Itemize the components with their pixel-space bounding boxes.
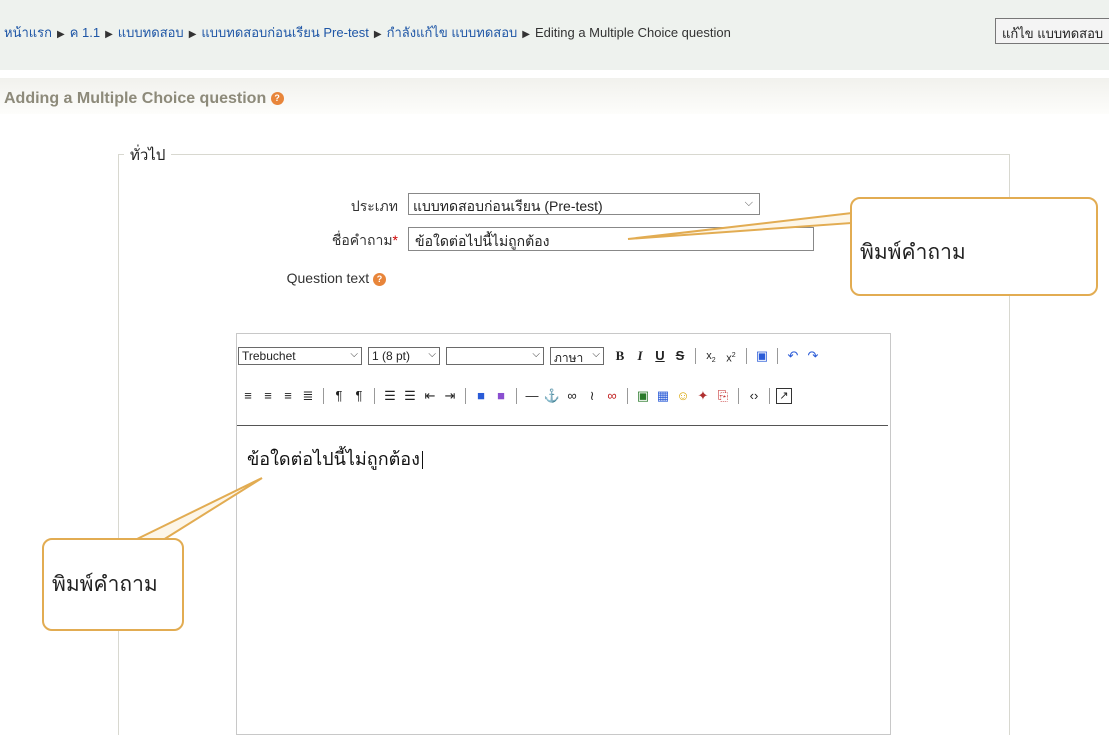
edit-quiz-button[interactable]: แก้ไข แบบทดสอบ	[995, 18, 1109, 44]
category-label: ประเภท	[350, 198, 398, 214]
chevron-down-icon: ⌵	[428, 349, 436, 360]
ltr-icon[interactable]: ¶	[330, 387, 348, 405]
chevron-down-icon: ⌵	[532, 349, 540, 360]
toolbar-divider	[465, 388, 466, 404]
font-size-value: 1 (8 pt)	[372, 349, 411, 363]
breadcrumb-course[interactable]: ค 1.1	[70, 25, 100, 40]
editor-toolbar-row-1: Trebuchet ⌵ 1 (8 pt) ⌵ ⌵ ภาษา ⌵ B I U S x2 …	[238, 344, 823, 368]
category-select-value: แบบทดสอบก่อนเรียน (Pre-test)	[413, 198, 603, 214]
language-select[interactable]: ภาษา ⌵	[550, 347, 604, 365]
breadcrumb-home[interactable]: หน้าแรก	[4, 25, 52, 40]
question-text-label-text: Question text	[286, 270, 370, 286]
text-color-icon[interactable]: ■	[472, 387, 490, 405]
subscript-icon[interactable]: x2	[702, 347, 720, 365]
callout-top-right: พิมพ์คำถาม	[850, 197, 1098, 296]
bg-color-icon[interactable]: ■	[492, 387, 510, 405]
image-icon[interactable]: ▣	[634, 387, 652, 405]
ordered-list-icon[interactable]: ☰	[381, 387, 399, 405]
breadcrumb-separator-icon: ▶	[105, 29, 113, 40]
chevron-down-icon: ⌵	[350, 349, 358, 360]
align-center-icon[interactable]: ≡	[259, 387, 277, 405]
underline-icon[interactable]: U	[651, 347, 669, 365]
breadcrumb-editing-quiz[interactable]: กำลังแก้ไข แบบทดสอบ	[387, 25, 518, 40]
unlink-icon[interactable]: ≀	[583, 387, 601, 405]
strikethrough-icon[interactable]: S	[671, 347, 689, 365]
special-char-icon[interactable]: ✦	[694, 387, 712, 405]
toolbar-divider	[627, 388, 628, 404]
font-family-value: Trebuchet	[242, 349, 296, 363]
text-caret	[421, 451, 423, 470]
toolbar-divider	[738, 388, 739, 404]
toolbar-divider	[516, 388, 517, 404]
toolbar-divider	[374, 388, 375, 404]
bold-icon[interactable]: B	[611, 347, 629, 365]
question-name-input[interactable]: ข้อใดต่อไปนี้ไม่ถูกต้อง	[408, 227, 814, 251]
breadcrumb-separator-icon: ▶	[522, 29, 530, 40]
horizontal-rule-icon[interactable]: —	[523, 387, 541, 405]
italic-icon[interactable]: I	[631, 347, 649, 365]
redo-icon[interactable]: ↷	[804, 347, 822, 365]
fieldset-legend: ทั่วไป	[124, 143, 172, 167]
editor-content-text: ข้อใดต่อไปนี้ไม่ถูกต้อง	[247, 444, 423, 473]
breadcrumb-pretest[interactable]: แบบทดสอบก่อนเรียน Pre-test	[201, 25, 369, 40]
paste-icon[interactable]: ⎘	[714, 387, 732, 405]
breadcrumb-separator-icon: ▶	[373, 29, 382, 40]
breadcrumb-current: Editing a Multiple Choice question	[534, 25, 731, 40]
language-value: ภาษา	[554, 351, 584, 365]
indent-icon[interactable]: ⇥	[441, 387, 459, 405]
html-source-icon[interactable]: ‹›	[745, 387, 763, 405]
fullscreen-icon[interactable]: ↗	[776, 388, 792, 404]
editor-content-area[interactable]: ข้อใดต่อไปนี้ไม่ถูกต้อง	[237, 425, 888, 726]
page-title: Adding a Multiple Choice question ?	[4, 90, 284, 108]
toolbar-divider	[769, 388, 770, 404]
page-title-text: Adding a Multiple Choice question	[4, 90, 267, 107]
align-right-icon[interactable]: ≡	[279, 387, 297, 405]
question-name-label-text: ชื่อคำถาม	[331, 232, 393, 248]
align-left-icon[interactable]: ≡	[239, 387, 257, 405]
font-family-select[interactable]: Trebuchet ⌵	[238, 347, 362, 365]
category-select[interactable]: แบบทดสอบก่อนเรียน (Pre-test) ⌵	[408, 193, 760, 215]
nolink-icon[interactable]: ∞	[603, 387, 621, 405]
chevron-down-icon: ⌵	[744, 197, 753, 209]
breadcrumb-quizzes[interactable]: แบบทดสอบ	[118, 25, 184, 40]
question-text-label: Question text ?	[270, 270, 386, 286]
editor-toolbar-row-2: ≡ ≡ ≡ ≣ ¶ ¶ ☰ ☰ ⇤ ⇥ ■ ■ — ⚓ ∞ ≀ ∞ ▣ ▦ ☺ …	[238, 384, 793, 408]
callout-bottom-left: พิมพ์คำถาม	[42, 538, 184, 631]
unordered-list-icon[interactable]: ☰	[401, 387, 419, 405]
breadcrumb-separator-icon: ▶	[188, 29, 197, 40]
chevron-down-icon: ⌵	[592, 349, 600, 360]
question-name-label: ชื่อคำถาม*	[280, 230, 398, 252]
breadcrumb: หน้าแรก ▶ ค 1.1 ▶ แบบทดสอบ ▶ แบบทดสอบก่อนเรียน…	[4, 22, 731, 43]
rtl-icon[interactable]: ¶	[350, 387, 368, 405]
heading-select[interactable]: ⌵	[446, 347, 544, 365]
anchor-icon[interactable]: ⚓	[543, 387, 561, 405]
toolbar-divider	[746, 348, 747, 364]
link-icon[interactable]: ∞	[563, 387, 581, 405]
toolbar-divider	[695, 348, 696, 364]
undo-icon[interactable]: ↶	[784, 347, 802, 365]
table-icon[interactable]: ▦	[654, 387, 672, 405]
required-mark: *	[392, 232, 398, 248]
toolbar-divider	[323, 388, 324, 404]
toolbar-divider	[777, 348, 778, 364]
help-icon[interactable]: ?	[270, 92, 284, 106]
superscript-icon[interactable]: x2	[722, 347, 740, 365]
editor-content-value: ข้อใดต่อไปนี้ไม่ถูกต้อง	[247, 449, 420, 469]
breadcrumb-separator-icon: ▶	[57, 29, 65, 40]
outdent-icon[interactable]: ⇤	[421, 387, 439, 405]
clean-word-icon[interactable]: ▣	[753, 347, 771, 365]
smiley-icon[interactable]: ☺	[674, 387, 692, 405]
font-size-select[interactable]: 1 (8 pt) ⌵	[368, 347, 440, 365]
align-justify-icon[interactable]: ≣	[299, 387, 317, 405]
help-icon[interactable]: ?	[373, 272, 386, 286]
